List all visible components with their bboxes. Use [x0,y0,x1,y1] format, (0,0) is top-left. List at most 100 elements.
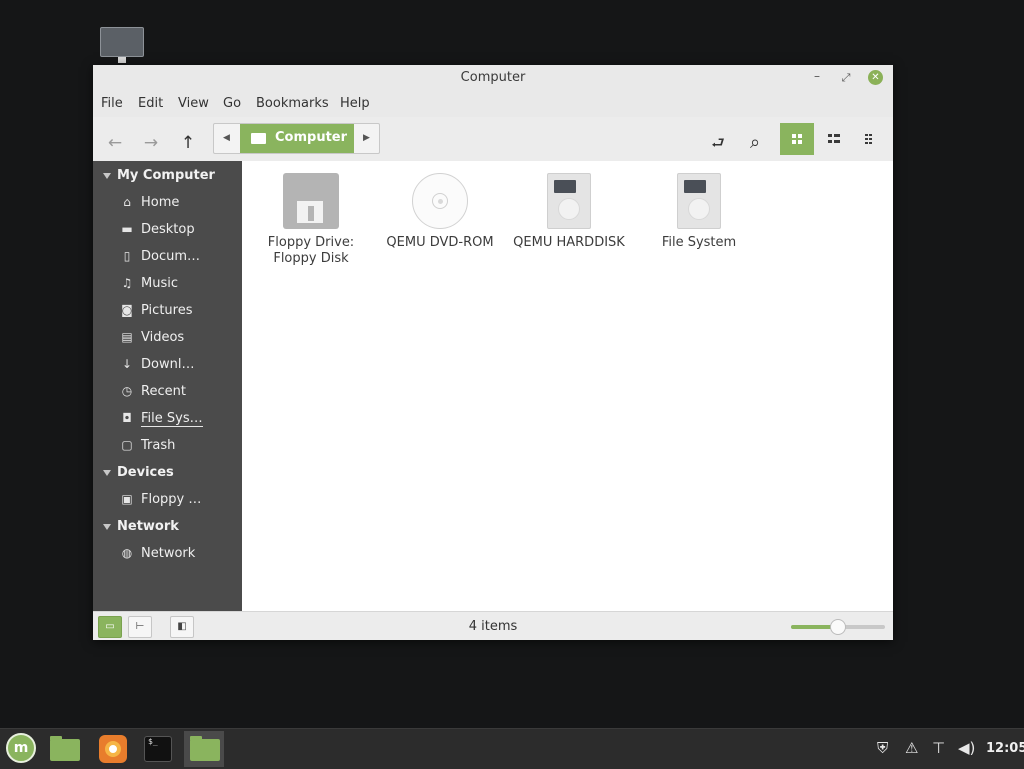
monitor-stand [118,57,126,63]
up-button[interactable]: ↑ [175,130,201,156]
desktop-computer-icon[interactable] [100,27,144,63]
search-icon: ⌕ [749,132,761,153]
drive-icon: ◘ [122,411,132,425]
menu-bookmarks[interactable]: Bookmarks [256,96,329,111]
camera-icon: ◙ [121,303,133,317]
music-icon: ♫ [121,276,133,290]
sidebar-item-videos[interactable]: ▤ Videos [120,330,184,345]
file-manager-window: Computer – ⤢ ✕ File Edit View Go Bookmar… [93,65,893,640]
floppy-icon: ▣ [121,492,133,506]
zoom-slider[interactable] [791,619,885,635]
places-sidebar: My Computer ⌂ Home ▬ Desktop ▯ Docum… ♫ Musi… [93,161,242,611]
menu-file[interactable]: File [101,96,123,111]
icon-view-button[interactable] [780,123,814,155]
volume-icon[interactable]: ◀) [958,739,975,757]
optical-disc-icon [412,173,468,229]
grid-icon [792,134,802,144]
toggle-location-button[interactable]: ⮐ [705,130,731,156]
sidebar-item-recent[interactable]: ◷ Recent [120,384,186,399]
statusbar: ▭ ⊢ ◧ 4 items [93,611,893,640]
clock[interactable]: 12:05 [986,741,1024,756]
expander-icon [103,523,111,530]
forward-button[interactable]: → [138,130,164,156]
menu-help[interactable]: Help [340,96,370,111]
files-launcher[interactable] [46,731,82,767]
hard-disk-icon [677,173,721,229]
arrow-left-icon: ← [107,133,123,153]
folder-icon [190,736,220,761]
caret-left-icon: ◀ [223,133,230,143]
close-button[interactable]: ✕ [868,70,883,85]
file-label: Floppy Drive: Floppy Disk [267,235,355,266]
location-pathbar: ◀ Computer ▶ [213,123,380,154]
path-scroll-left-button[interactable]: ◀ [214,124,239,153]
sidebar-item-pictures[interactable]: ◙ Pictures [120,303,192,318]
folder-icon [50,736,80,761]
sidebar-item-music[interactable]: ♫ Music [120,276,178,291]
location-entry-icon: ⮐ [711,134,725,152]
taskbar: m $_ ⛨ ⚠ ⊤ ◀) 12:05 [0,728,1024,769]
item-count: 4 items [468,619,518,634]
file-item-harddisk[interactable]: QEMU HARDDISK [509,173,629,251]
globe-icon: ◍ [121,546,133,560]
network-icon[interactable]: ⊤ [932,739,945,757]
folder-icon [251,133,266,144]
sidebar-item-documents[interactable]: ▯ Docum… [120,249,200,264]
firefox-icon [99,735,127,763]
sidebar-item-network[interactable]: ◍ Network [120,546,196,561]
hard-disk-icon [547,173,591,229]
terminal-icon: $_ [144,736,172,762]
search-button[interactable]: ⌕ [742,130,768,156]
floppy-disk-icon [283,173,339,229]
clock-icon: ◷ [121,384,133,398]
terminal-launcher[interactable]: $_ [140,731,176,767]
minimize-button[interactable]: – [809,68,825,84]
expander-icon [103,172,111,179]
file-label: QEMU DVD-ROM [386,235,494,250]
compact-view-button[interactable] [854,123,888,155]
sidebar-item-file-system[interactable]: ◘ File Sys… [120,411,203,427]
sidebar-item-downloads[interactable]: ↓ Downl… [120,357,194,372]
menu-go[interactable]: Go [223,96,241,111]
file-item-file-system[interactable]: File System [639,173,759,251]
file-label: File System [661,235,737,250]
document-icon: ▯ [123,249,131,263]
mint-logo-icon: m [6,733,36,763]
toolbar: ← → ↑ ◀ Computer ▶ ⮐ ⌕ [93,123,893,161]
menu-edit[interactable]: Edit [138,96,163,111]
list-view-button[interactable] [816,123,850,155]
back-button[interactable]: ← [102,130,128,156]
desktop-icon: ▬ [121,222,133,236]
file-item-dvd-rom[interactable]: QEMU DVD-ROM [380,173,500,251]
window-button-computer[interactable] [184,731,224,767]
film-icon: ▤ [121,330,133,344]
maximize-button[interactable]: ⤢ [838,70,854,86]
sidebar-item-trash[interactable]: ▢ Trash [120,438,175,453]
home-icon: ⌂ [123,195,131,209]
breadcrumb-computer[interactable]: Computer [240,124,354,153]
sidebar-item-home[interactable]: ⌂ Home [120,195,179,210]
sidebar-item-desktop[interactable]: ▬ Desktop [120,222,194,237]
download-icon: ↓ [121,357,133,371]
file-label: QEMU HARDDISK [513,235,625,250]
breadcrumb-label: Computer [275,130,348,145]
zoom-knob[interactable] [830,619,846,635]
caret-right-icon: ▶ [363,133,370,143]
trash-icon: ▢ [121,438,133,452]
menubar: File Edit View Go Bookmarks Help [93,91,893,117]
section-devices[interactable]: Devices [103,465,174,480]
firefox-launcher[interactable] [94,731,130,767]
menu-view[interactable]: View [178,96,209,111]
section-my-computer[interactable]: My Computer [103,168,215,183]
monitor-screen [100,27,144,57]
sidebar-item-floppy[interactable]: ▣ Floppy … [120,492,201,507]
titlebar[interactable]: Computer – ⤢ ✕ [93,65,893,91]
file-item-floppy[interactable]: Floppy Drive: Floppy Disk [251,173,371,267]
shield-icon[interactable]: ⛨ [877,739,888,757]
warning-icon[interactable]: ⚠ [905,739,918,757]
arrow-up-icon: ↑ [180,133,196,153]
menu-button[interactable]: m [4,731,40,767]
file-view[interactable]: Floppy Drive: Floppy Disk QEMU DVD-ROM QE… [242,161,893,611]
section-network[interactable]: Network [103,519,179,534]
path-scroll-right-button[interactable]: ▶ [354,124,379,153]
